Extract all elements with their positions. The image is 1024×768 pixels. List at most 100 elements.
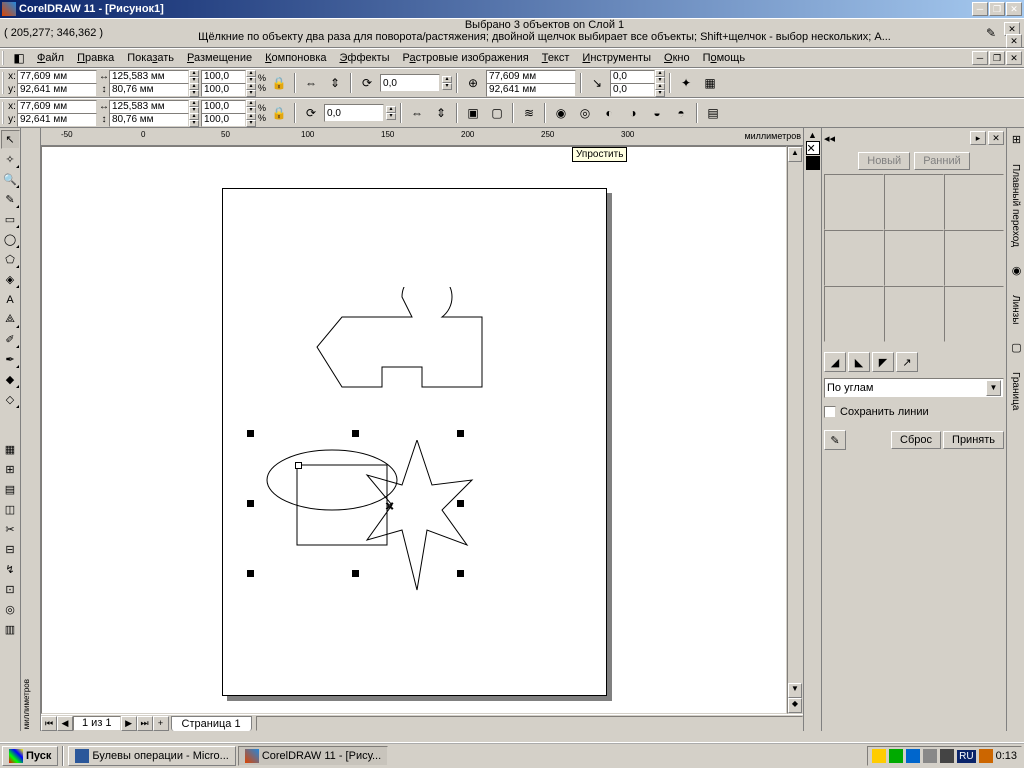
tray-icon-6[interactable] [979,749,993,763]
propbar2-grip[interactable] [2,102,5,124]
page-add[interactable]: + [153,716,169,731]
shape-tool[interactable]: ✧ [1,150,20,169]
canvas[interactable]: ✕ Упростить [41,146,787,714]
size-w[interactable]: 125,583 мм [109,70,189,84]
corner-mode-combo[interactable]: По углам▼ [824,378,1004,398]
sel-handle-nw[interactable] [247,430,254,437]
menu-bitmaps[interactable]: Растровые изображения [397,50,535,66]
interactive-fill-tool[interactable]: ◇ [1,390,20,409]
to-back-icon[interactable]: ▢ [486,102,508,124]
shape-ellipse[interactable]: ✕ [257,440,477,610]
rectangle-tool[interactable]: ▭ [1,210,20,229]
no-color-swatch[interactable]: ✕ [806,141,820,155]
to-front-icon[interactable]: ▣ [462,102,484,124]
aux-tool-10[interactable]: ▥ [1,620,20,639]
offset-y[interactable]: 0,0 [610,83,655,97]
vertical-ruler[interactable]: миллиметров [21,128,41,731]
page-prev[interactable]: ◀ [57,716,73,731]
aux-tool-2[interactable]: ⊞ [1,460,20,479]
minimize-button[interactable]: ─ [972,2,988,16]
aux-tool-5[interactable]: ✂ [1,520,20,539]
pen-icon[interactable]: ✎ [980,22,1002,44]
scale-y[interactable]: 100,0 [201,83,246,97]
preset-cell[interactable] [884,230,944,286]
preset-cell[interactable] [824,286,884,342]
preset-cell[interactable] [824,174,884,230]
preset-cell[interactable] [824,230,884,286]
docker-close[interactable]: ✕ [988,131,1004,145]
mode-1[interactable]: ◢ [824,352,846,372]
intersect-icon[interactable]: ◐ [598,102,620,124]
snap-icon[interactable]: ✦ [675,72,697,94]
weld-icon[interactable]: ◉ [550,102,572,124]
polygon-tool[interactable]: ⬠ [1,250,20,269]
menu-tools[interactable]: Инструменты [576,50,657,66]
start-button[interactable]: Пуск [2,746,58,766]
horizontal-ruler[interactable]: -50 0 50 100 150 200 250 300 миллиметров [41,128,803,146]
menu-edit[interactable]: Правка [71,50,120,66]
mdi-restore[interactable]: ❐ [989,51,1005,65]
preset-cell[interactable] [884,174,944,230]
simplify-icon[interactable]: ◑ [622,102,644,124]
freehand-tool[interactable]: ✎ [1,190,20,209]
ellipse-tool[interactable]: ◯ [1,230,20,249]
page-next[interactable]: ▶ [121,716,137,731]
docker-tab-blend[interactable]: Плавный переход [1010,160,1021,251]
options-icon[interactable]: ▦ [699,72,721,94]
language-indicator[interactable]: RU [957,750,975,763]
aux-tool-9[interactable]: ◎ [1,600,20,619]
trim-icon[interactable]: ◎ [574,102,596,124]
front-minus-back-icon[interactable]: ◒ [646,102,668,124]
rect-node[interactable] [295,462,302,469]
page-first[interactable]: ⏮ [41,716,57,731]
menu-layout[interactable]: Размещение [181,50,258,66]
menu-arrange[interactable]: Компоновка [259,50,332,66]
taskbar-task-corel[interactable]: CorelDRAW 11 - [Рису... [238,746,388,766]
align-icon[interactable]: ▤ [702,102,724,124]
mdi-close[interactable]: ✕ [1006,51,1022,65]
lock-ratio-icon[interactable]: 🔒 [268,72,290,94]
blend-tool[interactable]: ⟁ [1,310,20,329]
basic-shapes-tool[interactable]: ◈ [1,270,20,289]
sel-handle-sw[interactable] [247,570,254,577]
zoom-tool[interactable]: 🔍 [1,170,20,189]
shape-combined[interactable] [312,287,512,407]
color-swatch[interactable] [806,156,820,170]
docker-prev-button[interactable]: Ранний [914,152,970,170]
mode-3[interactable]: ◤ [872,352,894,372]
sel-handle-s[interactable] [352,570,359,577]
scale-x[interactable]: 100,0 [201,70,246,84]
tray-icon-3[interactable] [906,749,920,763]
menubar-grip[interactable] [2,51,5,65]
sel-handle-n[interactable] [352,430,359,437]
sel-handle-e[interactable] [457,500,464,507]
menu-file[interactable]: Файл [31,50,70,66]
tray-icon-5[interactable] [940,749,954,763]
docker-tab-icon-2[interactable]: ◉ [1007,261,1024,280]
center-x[interactable]: 77,609 мм [486,70,576,84]
taskbar-task-word[interactable]: Булевы операции - Micro... [68,746,235,766]
mirror-h-icon[interactable]: ⇔ [300,72,322,94]
pos-x[interactable]: 77,609 мм [17,70,97,84]
menu-text[interactable]: Текст [536,50,576,66]
fill-tool[interactable]: ◆ [1,370,20,389]
mode-4[interactable]: ↗ [896,352,918,372]
preset-cell[interactable] [944,286,1004,342]
mdi-minimize[interactable]: ─ [972,51,988,65]
horizontal-scrollbar[interactable] [256,716,803,731]
outline-tool[interactable]: ✒ [1,350,20,369]
mode-2[interactable]: ◣ [848,352,870,372]
aux-tool-1[interactable]: ▦ [1,440,20,459]
docker-tab-lens[interactable]: Линзы [1010,291,1021,328]
mirror-h2-icon[interactable]: ⇔ [406,102,428,124]
preset-cell[interactable] [944,174,1004,230]
mirror-v-icon[interactable]: ⇕ [324,72,346,94]
tray-icon-1[interactable] [872,749,886,763]
menu-view[interactable]: Показать [121,50,180,66]
menu-effects[interactable]: Эффекты [334,50,396,66]
sel-handle-ne[interactable] [457,430,464,437]
docker-tab-icon-3[interactable]: ▢ [1007,338,1024,357]
eyedropper-tool[interactable]: ✐ [1,330,20,349]
menu-help[interactable]: Помощь [697,50,752,66]
pos-y[interactable]: 92,641 мм [17,83,97,97]
